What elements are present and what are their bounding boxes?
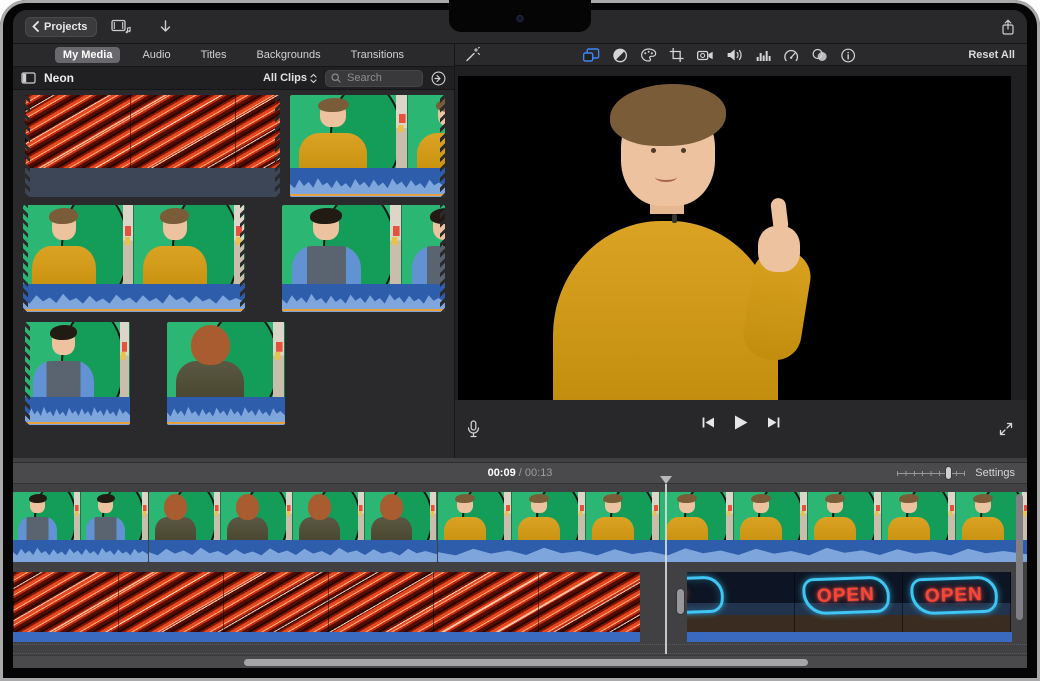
search-field[interactable]	[325, 70, 423, 87]
projects-back-button[interactable]: Projects	[25, 17, 97, 37]
laptop-frame: Projects My Media Audio Titles Backgroun…	[0, 0, 1040, 681]
open-sign-frame: OPEN	[910, 575, 1000, 615]
neon-clip-connector-bar	[13, 632, 640, 642]
tab-backgrounds[interactable]: Backgrounds	[248, 47, 328, 63]
tab-my-media[interactable]: My Media	[55, 47, 121, 63]
clip-audio	[25, 397, 130, 425]
media-clips-grid	[13, 90, 454, 458]
timeline-clip-audio	[149, 540, 437, 562]
open-sign-frame: O	[687, 575, 724, 615]
current-time: 00:09	[488, 467, 516, 479]
timeline-clip-audio	[13, 540, 148, 562]
reset-all-button[interactable]: Reset All	[968, 44, 1015, 66]
clip-thumbnail	[290, 95, 445, 168]
clip-audio	[23, 284, 245, 312]
timeline-clip-raglan[interactable]	[13, 492, 148, 562]
voiceover-mic-icon[interactable]	[467, 420, 480, 438]
noise-equalizer-icon[interactable]	[756, 49, 771, 62]
chevron-up-down-icon	[310, 73, 317, 84]
clip-filter-icon[interactable]	[812, 48, 828, 62]
transition-handle[interactable]	[676, 588, 685, 615]
clip-thumbnail	[282, 205, 445, 284]
camera-notch	[449, 0, 591, 32]
adjust-tools	[583, 44, 856, 66]
thumbs-up-hand	[758, 226, 800, 272]
main-area: My Media Audio Titles Backgrounds Transi…	[13, 44, 1027, 458]
timeline-clip-neon-background[interactable]	[13, 572, 640, 632]
timeline-zoom-slider[interactable]	[897, 466, 965, 480]
go-to-start-icon[interactable]	[702, 416, 715, 429]
clip-thumbnail	[23, 205, 245, 284]
playback-bar	[455, 400, 1027, 458]
speed-icon[interactable]	[784, 49, 799, 62]
clip-neon-background[interactable]	[25, 95, 280, 197]
zoom-slider-thumb[interactable]	[945, 466, 952, 480]
settings-button[interactable]: Settings	[975, 467, 1015, 479]
go-to-end-icon[interactable]	[767, 416, 780, 429]
play-icon[interactable]	[733, 414, 749, 431]
volume-icon[interactable]	[727, 48, 743, 62]
search-input[interactable]	[345, 71, 415, 85]
crop-icon[interactable]	[670, 48, 684, 62]
browser-tabs: My Media Audio Titles Backgrounds Transi…	[13, 44, 454, 66]
search-icon	[331, 73, 341, 83]
clip-thumbnail	[25, 322, 130, 397]
clip-man-raglan-1[interactable]	[282, 205, 445, 312]
timeline-clip-open-sign[interactable]: O OPEN OPEN	[687, 572, 1012, 632]
playhead-handle[interactable]	[660, 476, 672, 484]
tab-titles[interactable]: Titles	[193, 47, 235, 63]
clip-boy-yellow-1[interactable]	[290, 95, 445, 197]
imovie-window: Projects My Media Audio Titles Backgroun…	[13, 10, 1027, 668]
clip-boy-yellow-2[interactable]	[23, 205, 245, 312]
enhance-icon[interactable]	[465, 47, 480, 62]
timeline-clip-boy-yellow[interactable]	[438, 492, 1027, 562]
scrollbar-thumb[interactable]	[244, 659, 808, 666]
clip-audio	[282, 284, 445, 312]
color-balance-icon[interactable]	[613, 48, 628, 63]
adjustment-toolbar: Reset All	[455, 44, 1027, 66]
timeline-horizontal-scrollbar[interactable]	[13, 655, 1027, 668]
timeline-clip-redhead[interactable]	[149, 492, 437, 562]
clip-woman-redhead[interactable]	[167, 322, 285, 425]
stabilization-icon[interactable]	[697, 49, 714, 62]
import-icon[interactable]	[159, 20, 172, 34]
browser-options-icon[interactable]	[431, 71, 446, 86]
browser-header: Neon All Clips	[13, 66, 454, 90]
tab-transitions[interactable]: Transitions	[343, 47, 412, 63]
fullscreen-icon[interactable]	[999, 422, 1013, 436]
transport-controls	[702, 400, 780, 444]
total-duration: 00:13	[525, 467, 553, 479]
clip-filter-dropdown[interactable]: All Clips	[263, 72, 317, 84]
clip-neon-thumbnail	[25, 95, 280, 168]
project-title: Neon	[44, 71, 74, 85]
sidebar-toggle-icon[interactable]	[21, 72, 36, 84]
media-browser: My Media Audio Titles Backgrounds Transi…	[13, 44, 455, 458]
video-overlay-icon[interactable]	[583, 48, 600, 62]
clip-audio	[167, 397, 285, 425]
timeline-vertical-scrollbar[interactable]	[1016, 494, 1023, 620]
color-correction-icon[interactable]	[641, 48, 657, 62]
timecode-display: 00:09 / 00:13	[488, 467, 553, 479]
preview-viewer[interactable]	[458, 76, 1011, 400]
clip-audio	[290, 168, 445, 197]
timeline-header: 00:09 / 00:13 Settings	[13, 462, 1027, 484]
lavalier-mic	[672, 214, 677, 223]
open-clip-connector-bar	[687, 632, 1012, 642]
timeline-clip-audio	[438, 540, 1027, 562]
playhead[interactable]	[665, 484, 667, 654]
share-icon[interactable]	[1001, 19, 1015, 35]
viewer-panel: Reset All	[455, 44, 1027, 458]
clip-man-raglan-2[interactable]	[25, 322, 130, 425]
timeline: 00:09 / 00:13 Settings	[13, 458, 1027, 668]
open-sign-frame: OPEN	[802, 575, 892, 615]
clip-neon-audio	[25, 168, 280, 197]
tab-audio[interactable]: Audio	[134, 47, 178, 63]
webcam-dot	[517, 15, 524, 22]
media-library-icon[interactable]	[111, 19, 131, 34]
chevron-left-icon	[32, 21, 39, 32]
projects-back-label: Projects	[44, 21, 87, 33]
clip-thumbnail	[167, 322, 285, 397]
clip-info-icon[interactable]	[841, 48, 856, 63]
